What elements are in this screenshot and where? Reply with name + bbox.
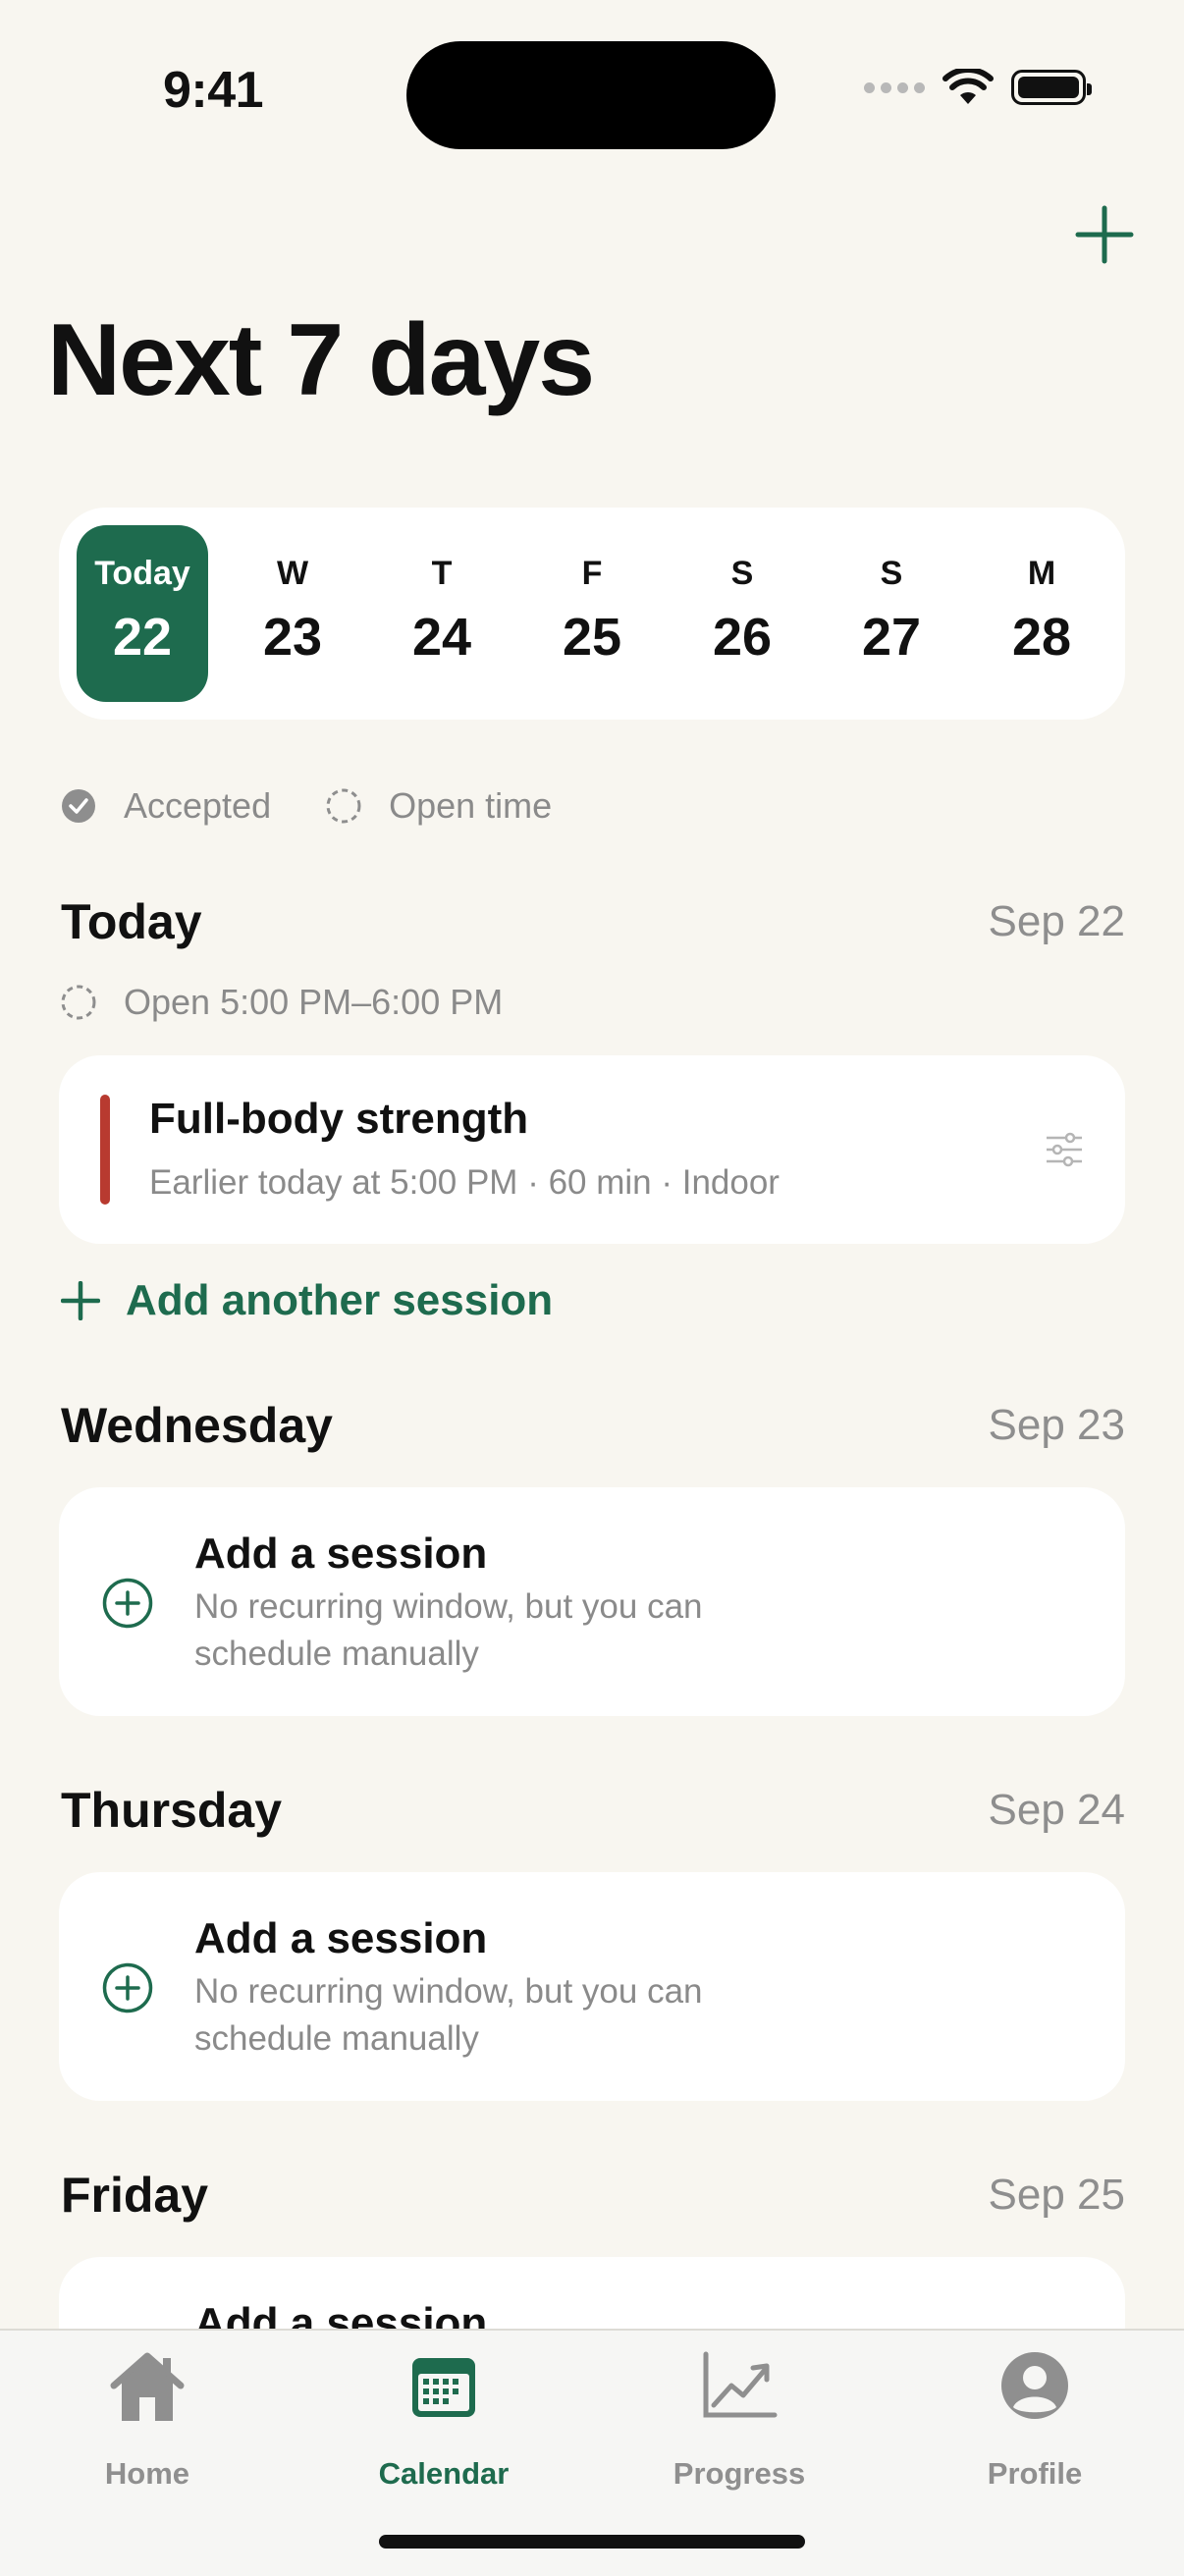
day-number: 24: [411, 608, 472, 667]
day-number: 26: [712, 608, 773, 667]
session-meta: Earlier today at 5:00 PM · 60 min · Indo…: [149, 1163, 780, 1202]
section-title: Today: [61, 894, 202, 949]
add-icon[interactable]: [1070, 200, 1139, 269]
section-date: Sep 25: [988, 2171, 1125, 2219]
day-chip[interactable]: S 26: [676, 525, 808, 702]
session-status-bar: [100, 1095, 110, 1205]
status-time: 9:41: [163, 62, 264, 119]
session-card[interactable]: Full-body strength Earlier today at 5:00…: [59, 1055, 1125, 1244]
section-header-today: Today Sep 22: [61, 893, 1125, 950]
open-window-label: Open 5:00 PM–6:00 PM: [124, 982, 504, 1022]
add-session-card[interactable]: Add a session No recurring window, but y…: [59, 1872, 1125, 2101]
check-circle-icon: [62, 789, 95, 823]
tab-profile[interactable]: Profile: [888, 2331, 1182, 2497]
week-strip: Today 22 W 23 T 24 F 25 S 26 S 27 M 28: [59, 508, 1125, 720]
section-title: Friday: [61, 2168, 209, 2223]
day-label: M: [1027, 555, 1056, 592]
section-date: Sep 22: [988, 897, 1125, 945]
legend-accepted-label: Accepted: [124, 785, 272, 826]
legend: Accepted Open time: [61, 785, 607, 827]
dashed-circle-icon: [61, 985, 96, 1020]
section-date: Sep 24: [988, 1786, 1125, 1834]
section-title: Thursday: [61, 1783, 283, 1838]
add-another-session-button[interactable]: Add another session: [61, 1276, 553, 1325]
tab-calendar[interactable]: Calendar: [296, 2331, 591, 2497]
add-session-title: Add a session: [194, 1914, 488, 1962]
cellular-signal-icon: [864, 81, 925, 93]
add-session-title: Add a session: [194, 1530, 488, 1578]
add-another-session-label: Add another session: [126, 1276, 554, 1324]
battery-icon: [1011, 70, 1092, 105]
day-chip[interactable]: T 24: [376, 525, 508, 702]
sliders-icon[interactable]: [1045, 1132, 1084, 1167]
calendar-icon: [412, 2358, 475, 2417]
legend-open-time: Open time: [326, 785, 552, 827]
day-number: 27: [861, 608, 922, 667]
home-icon: [110, 2352, 185, 2421]
day-chip-today[interactable]: Today 22: [77, 525, 208, 702]
day-chip[interactable]: S 27: [826, 525, 957, 702]
add-circle-icon: [102, 1578, 153, 1629]
day-number: 28: [1011, 608, 1072, 667]
day-chip[interactable]: F 25: [526, 525, 658, 702]
day-label: S: [730, 555, 754, 592]
day-label: W: [276, 555, 309, 592]
page-title: Next 7 days: [47, 303, 595, 417]
tab-home[interactable]: Home: [0, 2331, 295, 2497]
day-label: T: [431, 555, 453, 592]
day-chip[interactable]: W 23: [227, 525, 358, 702]
legend-open-time-label: Open time: [389, 785, 553, 826]
day-label: F: [581, 555, 603, 592]
day-number: 25: [562, 608, 622, 667]
person-icon: [1001, 2352, 1068, 2419]
open-window: Open 5:00 PM–6:00 PM: [61, 982, 503, 1023]
tab-progress[interactable]: Progress: [592, 2331, 887, 2497]
tab-label: Home: [104, 2456, 190, 2491]
day-number: 23: [262, 608, 323, 667]
legend-accepted: Accepted: [61, 785, 271, 827]
tab-label: Profile: [987, 2456, 1083, 2491]
status-indicators: [864, 69, 1092, 106]
wifi-icon: [942, 69, 994, 104]
dynamic-island: [406, 41, 776, 149]
home-indicator: [379, 2535, 805, 2549]
day-chip[interactable]: M 28: [976, 525, 1107, 702]
add-session-card[interactable]: Add a session No recurring window, but y…: [59, 1487, 1125, 1716]
session-title: Full-body strength: [149, 1095, 529, 1143]
chart-icon: [703, 2351, 778, 2418]
add-session-description: No recurring window, but you can schedul…: [194, 1972, 703, 2058]
add-session-description: No recurring window, but you can schedul…: [194, 1587, 703, 1673]
day-number: 22: [112, 608, 173, 667]
tab-label: Progress: [673, 2456, 806, 2491]
section-date: Sep 23: [988, 1401, 1125, 1449]
section-title: Wednesday: [61, 1398, 333, 1453]
plus-icon: [61, 1281, 100, 1320]
dashed-circle-icon: [326, 788, 361, 824]
section-header-thursday: Thursday Sep 24: [61, 1782, 1125, 1839]
tab-label: Calendar: [378, 2456, 510, 2491]
day-label: Today: [94, 555, 190, 592]
day-label: S: [880, 555, 903, 592]
section-header-wednesday: Wednesday Sep 23: [61, 1397, 1125, 1454]
add-circle-icon: [102, 1962, 153, 2013]
section-header-friday: Friday Sep 25: [61, 2167, 1125, 2224]
